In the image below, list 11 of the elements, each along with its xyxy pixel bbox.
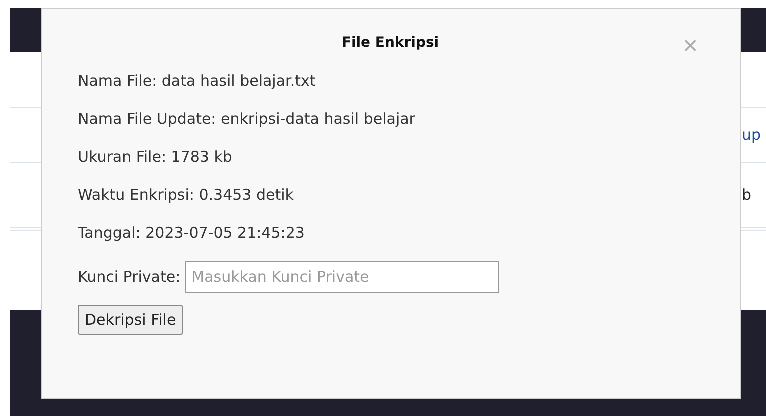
- info-text: Tanggal: 2023-07-05 21:45:23: [78, 223, 306, 243]
- table-cell-text: b: [742, 186, 753, 204]
- info-text: Waktu Enkripsi: 0.3453 detik: [78, 185, 295, 205]
- key-input[interactable]: Masukkan Kunci Private: [184, 261, 499, 293]
- table-cell-text: up: [742, 126, 762, 144]
- info-text: Ukuran File: 1783 kb: [78, 147, 234, 167]
- dialog-title: File Enkripsi: [342, 35, 440, 51]
- decrypt-button[interactable]: Dekripsi File: [78, 305, 184, 335]
- info-text: Nama File Update: enkripsi-data hasil belajar: [78, 109, 416, 129]
- info-text: Nama File: data hasil belajar.txt: [78, 71, 317, 91]
- field-label: Kunci Private:: [78, 267, 181, 287]
